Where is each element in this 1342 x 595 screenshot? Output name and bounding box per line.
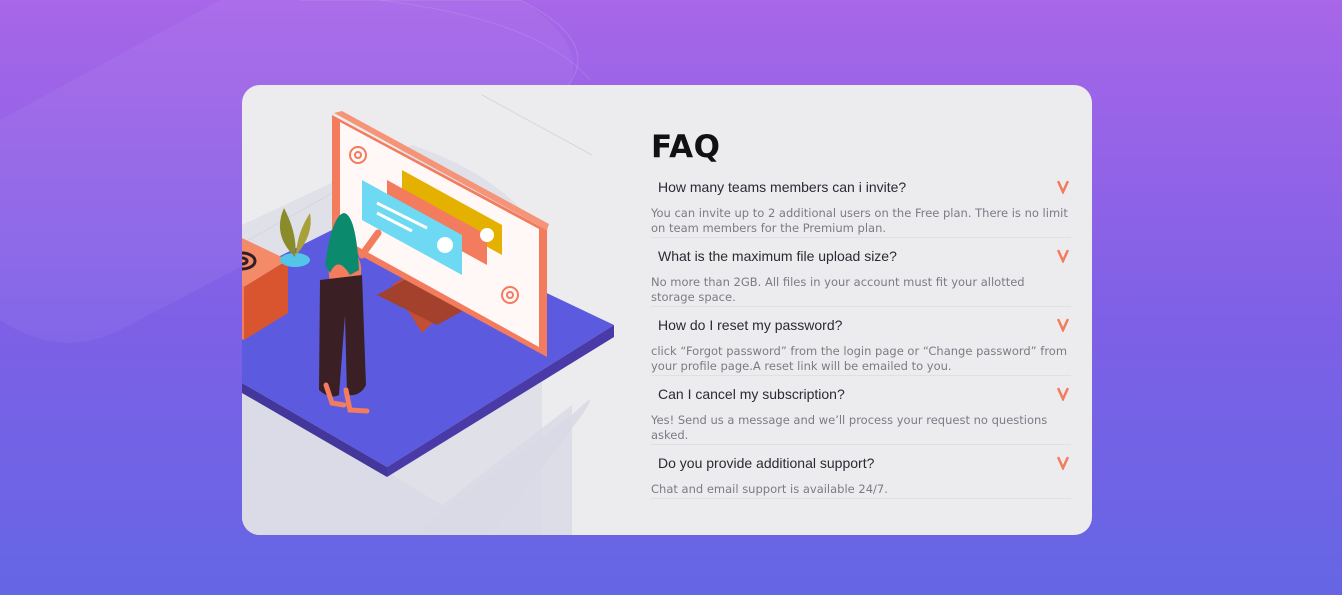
faq-answer: Chat and email support is available 24/7… (651, 482, 888, 496)
chevron-down-icon (1057, 180, 1069, 194)
faq-question-text: Can I cancel my subscription? (658, 386, 845, 402)
faq-question-text: How do I reset my password? (658, 317, 843, 333)
faq-question-button[interactable]: What is the maximum file upload size? (651, 238, 1071, 266)
page-title: FAQ (651, 129, 721, 165)
faq-question-text: Do you provide additional support? (658, 455, 875, 471)
chevron-down-icon (1057, 249, 1069, 263)
faq-item: How do I reset my password? click “Forgo… (651, 307, 1071, 376)
faq-answer: Yes! Send us a message and we’ll process… (651, 413, 1048, 442)
faq-question-text: What is the maximum file upload size? (658, 248, 897, 264)
chevron-down-icon (1057, 456, 1069, 470)
faq-answer: You can invite up to 2 additional users … (651, 206, 1068, 235)
chevron-down-icon (1057, 318, 1069, 332)
faq-panel: FAQ How many teams members can i invite?… (651, 125, 1071, 499)
faq-question-text: How many teams members can i invite? (658, 179, 907, 195)
faq-item: How many teams members can i invite? You… (651, 169, 1071, 238)
faq-question-button[interactable]: Do you provide additional support? (651, 445, 1071, 473)
faq-item: What is the maximum file upload size? No… (651, 238, 1071, 307)
faq-item: Can I cancel my subscription? Yes! Send … (651, 376, 1071, 445)
faq-question-button[interactable]: How do I reset my password? (651, 307, 1071, 335)
faq-card: FAQ How many teams members can i invite?… (242, 85, 1092, 535)
faq-answer: click “Forgot password” from the login p… (651, 344, 1068, 373)
faq-question-button[interactable]: Can I cancel my subscription? (651, 376, 1071, 404)
chevron-down-icon (1057, 387, 1069, 401)
faq-question-button[interactable]: How many teams members can i invite? (651, 169, 1071, 197)
faq-item: Do you provide additional support? Chat … (651, 445, 1071, 499)
faq-answer: No more than 2GB. All files in your acco… (651, 275, 1025, 304)
